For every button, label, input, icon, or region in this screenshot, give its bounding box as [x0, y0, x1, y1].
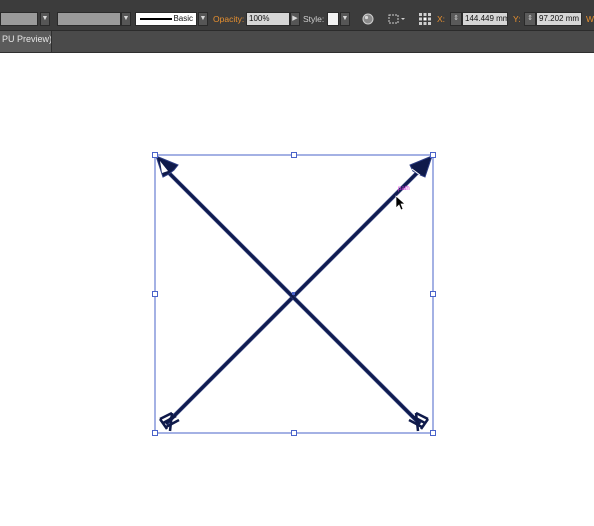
center-point — [292, 292, 295, 295]
stroke-dropdown-icon[interactable]: ▼ — [121, 12, 131, 26]
artwork-layer — [152, 152, 436, 436]
document-tab-strip: PU Preview) — [0, 31, 594, 53]
stroke-profile-label: Basic — [173, 14, 193, 23]
y-label[interactable]: Y: — [513, 13, 521, 25]
x-field[interactable]: 144.449 mm — [462, 12, 508, 26]
stroke-profile-preview — [140, 18, 172, 20]
stroke-profile-select[interactable]: Basic — [135, 12, 197, 26]
opacity-label[interactable]: Opacity: — [213, 13, 244, 25]
stroke-swatch[interactable] — [57, 12, 121, 26]
opacity-field[interactable]: 100% — [246, 12, 290, 26]
arrow-bl-to-tr[interactable] — [158, 155, 433, 432]
pointer-cursor-icon — [395, 195, 406, 211]
align-options-icon[interactable] — [386, 11, 408, 27]
x-stepper-icon[interactable]: ⇕ — [450, 12, 462, 26]
recolor-artwork-icon[interactable] — [360, 11, 376, 27]
graphic-style-dropdown-icon[interactable]: ▼ — [340, 12, 350, 26]
opacity-dropdown-icon[interactable]: ▶ — [290, 12, 300, 26]
control-bar: ▼ ▼ Basic ▼ Opacity: 100% ▶ Style: ▼ X: — [0, 0, 594, 31]
artboard-canvas[interactable]: path — [0, 53, 594, 526]
fill-swatch[interactable] — [0, 12, 38, 26]
y-stepper-icon[interactable]: ⇕ — [524, 12, 536, 26]
document-tab[interactable]: PU Preview) — [0, 31, 52, 52]
y-field[interactable]: 97.202 mm — [536, 12, 582, 26]
arrowhead-top-left — [155, 155, 179, 178]
arrowhead-top-right — [409, 155, 433, 178]
reference-point-icon[interactable] — [418, 11, 432, 27]
stroke-profile-dropdown-icon[interactable]: ▼ — [198, 12, 208, 26]
smart-guide-label: path — [398, 186, 410, 192]
w-label[interactable]: W — [586, 13, 594, 25]
fill-dropdown-icon[interactable]: ▼ — [40, 12, 50, 26]
graphic-style-swatch[interactable] — [327, 12, 339, 26]
x-label[interactable]: X: — [437, 13, 445, 25]
style-label: Style: — [303, 14, 325, 24]
